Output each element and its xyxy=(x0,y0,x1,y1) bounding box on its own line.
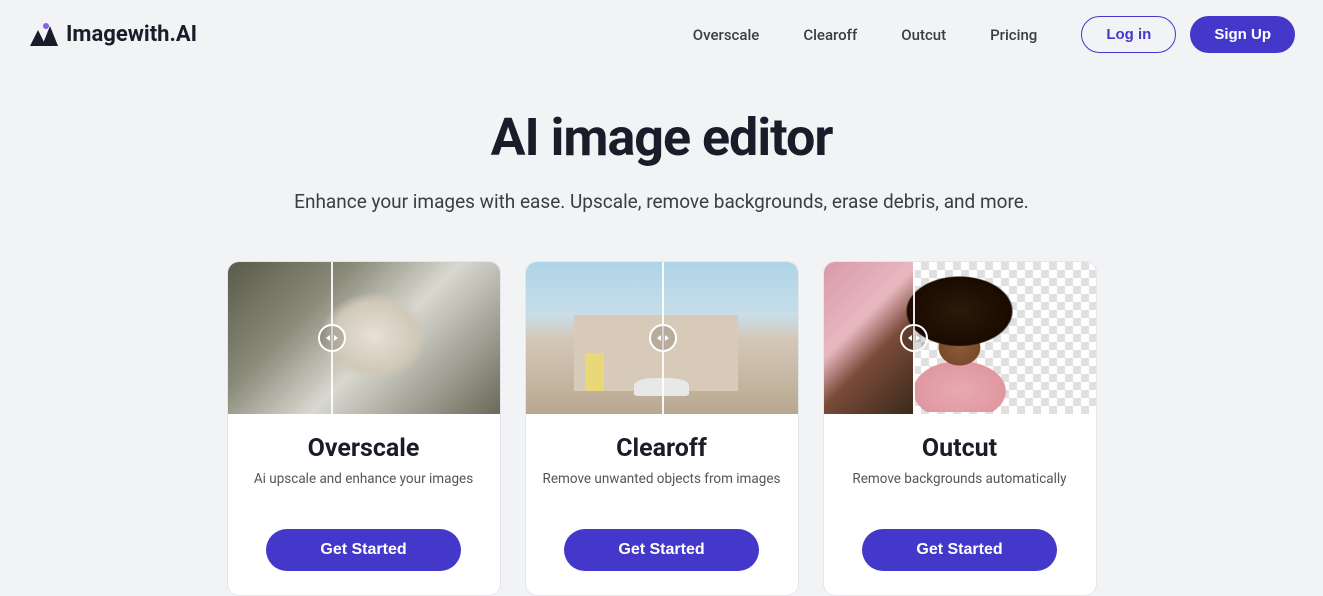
card-clearoff-title: Clearoff xyxy=(542,434,782,463)
card-overscale-desc: Ai upscale and enhance your images xyxy=(244,471,484,487)
nav-outcut[interactable]: Outcut xyxy=(901,26,946,44)
card-overscale-button[interactable]: Get Started xyxy=(266,529,460,571)
login-button[interactable]: Log in xyxy=(1081,16,1176,53)
compare-slider-icon[interactable] xyxy=(649,324,677,352)
card-body: Overscale Ai upscale and enhance your im… xyxy=(228,414,500,595)
compare-slider-icon[interactable] xyxy=(900,324,928,352)
hero-title: AI image editor xyxy=(0,107,1323,168)
hero-subtitle: Enhance your images with ease. Upscale, … xyxy=(0,190,1323,213)
logo[interactable]: Imagewith.AI xyxy=(28,22,197,48)
logo-text: Imagewith.AI xyxy=(66,22,197,47)
card-outcut-button[interactable]: Get Started xyxy=(862,529,1056,571)
card-body: Clearoff Remove unwanted objects from im… xyxy=(526,414,798,595)
card-outcut-title: Outcut xyxy=(840,434,1080,463)
card-clearoff-image xyxy=(526,262,798,414)
hero: AI image editor Enhance your images with… xyxy=(0,107,1323,213)
card-overscale-image xyxy=(228,262,500,414)
card-clearoff-desc: Remove unwanted objects from images xyxy=(542,471,782,487)
card-overscale: Overscale Ai upscale and enhance your im… xyxy=(227,261,501,596)
signup-button[interactable]: Sign Up xyxy=(1190,16,1295,53)
card-body: Outcut Remove backgrounds automatically … xyxy=(824,414,1096,595)
feature-cards: Overscale Ai upscale and enhance your im… xyxy=(0,261,1323,596)
card-outcut-image xyxy=(824,262,1096,414)
logo-icon xyxy=(28,22,58,48)
nav-clearoff[interactable]: Clearoff xyxy=(803,26,857,44)
nav-overscale[interactable]: Overscale xyxy=(693,26,760,44)
card-clearoff: Clearoff Remove unwanted objects from im… xyxy=(525,261,799,596)
card-clearoff-button[interactable]: Get Started xyxy=(564,529,758,571)
header: Imagewith.AI Overscale Clearoff Outcut P… xyxy=(0,0,1323,69)
card-overscale-title: Overscale xyxy=(244,434,484,463)
card-outcut: Outcut Remove backgrounds automatically … xyxy=(823,261,1097,596)
compare-slider-icon[interactable] xyxy=(318,324,346,352)
nav-pricing[interactable]: Pricing xyxy=(990,26,1037,44)
auth-buttons: Log in Sign Up xyxy=(1081,16,1295,53)
main-nav: Overscale Clearoff Outcut Pricing Log in… xyxy=(693,16,1295,53)
card-outcut-desc: Remove backgrounds automatically xyxy=(840,471,1080,487)
